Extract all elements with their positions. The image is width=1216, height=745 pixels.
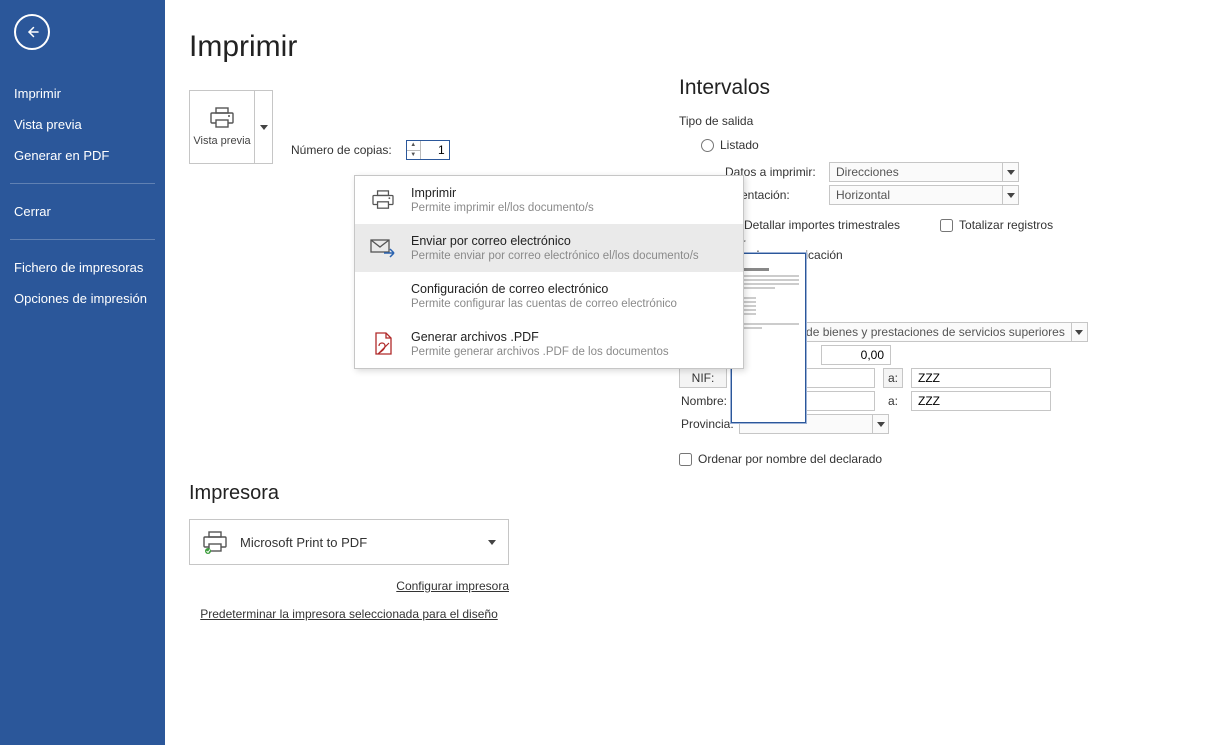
menu-item-title: Generar archivos .PDF: [411, 330, 729, 344]
nif-to-input[interactable]: [911, 368, 1051, 388]
chk-ordenar-label: Ordenar por nombre del declarado: [698, 452, 882, 466]
printer-icon: [371, 190, 395, 210]
left-column: Imprimir Vista previa Número de copias:: [189, 20, 669, 725]
chevron-down-icon: [1007, 170, 1015, 175]
chk-totalizar-label: Totalizar registros: [959, 218, 1053, 232]
chevron-down-icon: [260, 125, 268, 130]
nombre-to-input[interactable]: [911, 391, 1051, 411]
arrow-left-icon: [23, 23, 41, 41]
datos-imprimir-combo[interactable]: Direcciones: [829, 162, 1019, 182]
preview-dropdown-menu: Imprimir Permite imprimir el/los documen…: [354, 175, 744, 369]
menu-item-imprimir[interactable]: Imprimir Permite imprimir el/los documen…: [355, 176, 743, 224]
chk-totalizar[interactable]: [940, 219, 953, 232]
chk-ordenar[interactable]: [679, 453, 692, 466]
menu-item-config-correo[interactable]: Configuración de correo electrónico Perm…: [355, 272, 743, 320]
chevron-down-icon: [877, 422, 885, 427]
printer-name: Microsoft Print to PDF: [240, 535, 476, 550]
printer-select[interactable]: Microsoft Print to PDF: [189, 519, 509, 565]
sidebar-divider: [10, 239, 155, 240]
importe-input[interactable]: [821, 345, 891, 365]
nif-a-label: a:: [883, 368, 903, 388]
preview-button-label: Vista previa: [193, 135, 250, 147]
spinner-down[interactable]: ▼: [407, 151, 420, 160]
menu-item-desc: Permite enviar por correo electrónico el…: [411, 250, 729, 262]
radio-listado[interactable]: [701, 139, 714, 152]
menu-item-title: Configuración de correo electrónico: [411, 282, 729, 296]
chevron-down-icon: [1007, 193, 1015, 198]
chevron-down-icon: [488, 540, 496, 545]
printer-ready-icon: [202, 530, 228, 554]
menu-item-desc: Permite generar archivos .PDF de los doc…: [411, 346, 729, 358]
chevron-down-icon: [1075, 330, 1083, 335]
sidebar-divider: [10, 183, 155, 184]
main-area: ar Imprimir Vista previa: [165, 0, 1216, 745]
menu-item-title: Imprimir: [411, 186, 729, 200]
menu-item-desc: Permite imprimir el/los documento/s: [411, 202, 729, 214]
config-printer-link[interactable]: Configurar impresora: [396, 579, 509, 593]
sidebar-item-cerrar[interactable]: Cerrar: [0, 196, 165, 227]
mail-send-icon: [370, 238, 396, 258]
nombre-a-label: a:: [883, 394, 903, 408]
preview-split-button[interactable]: Vista previa: [189, 90, 273, 164]
nif-button[interactable]: NIF:: [679, 368, 727, 388]
sidebar-item-generar-pdf[interactable]: Generar en PDF: [0, 140, 165, 171]
copies-label: Número de copias:: [291, 143, 392, 157]
sidebar-item-imprimir[interactable]: Imprimir: [0, 78, 165, 109]
menu-item-title: Enviar por correo electrónico: [411, 234, 729, 248]
intervalos-heading: Intervalos: [679, 76, 1192, 100]
menu-item-enviar-correo[interactable]: Enviar por correo electrónico Permite en…: [355, 224, 743, 272]
menu-item-desc: Permite configurar las cuentas de correo…: [411, 298, 729, 310]
sidebar-item-vista-previa[interactable]: Vista previa: [0, 109, 165, 140]
pdf-icon: [372, 332, 394, 356]
nombre-label: Nombre:: [679, 394, 727, 408]
orientacion-value: Horizontal: [830, 188, 1002, 202]
printer-icon: [209, 107, 235, 129]
provincia-label: Provincia:: [679, 417, 731, 431]
sidebar: Imprimir Vista previa Generar en PDF Cer…: [0, 0, 165, 745]
chk-detallar-label: Detallar importes trimestrales: [744, 218, 900, 232]
sidebar-item-fichero-impresoras[interactable]: Fichero de impresoras: [0, 252, 165, 283]
copies-row: Vista previa Número de copias: ▲ ▼: [189, 90, 669, 164]
sidebar-item-opciones-impresion[interactable]: Opciones de impresión: [0, 283, 165, 314]
spinner-up[interactable]: ▲: [407, 141, 420, 151]
radio-listado-label: Listado: [720, 138, 759, 152]
impresora-heading: Impresora: [189, 482, 669, 505]
tipo-salida-label: Tipo de salida: [679, 114, 1192, 128]
back-button[interactable]: [14, 14, 50, 50]
preview-button-main[interactable]: Vista previa: [190, 91, 254, 163]
default-printer-link[interactable]: Predeterminar la impresora seleccionada …: [200, 607, 498, 621]
copies-input[interactable]: [421, 141, 449, 159]
orientacion-combo[interactable]: Horizontal: [829, 185, 1019, 205]
datos-imprimir-value: Direcciones: [830, 165, 1002, 179]
page-title: Imprimir: [189, 30, 669, 64]
preview-button-dropdown[interactable]: [254, 91, 272, 163]
copies-spinner[interactable]: ▲ ▼: [406, 140, 450, 160]
menu-item-generar-pdf[interactable]: Generar archivos .PDF Permite generar ar…: [355, 320, 743, 368]
